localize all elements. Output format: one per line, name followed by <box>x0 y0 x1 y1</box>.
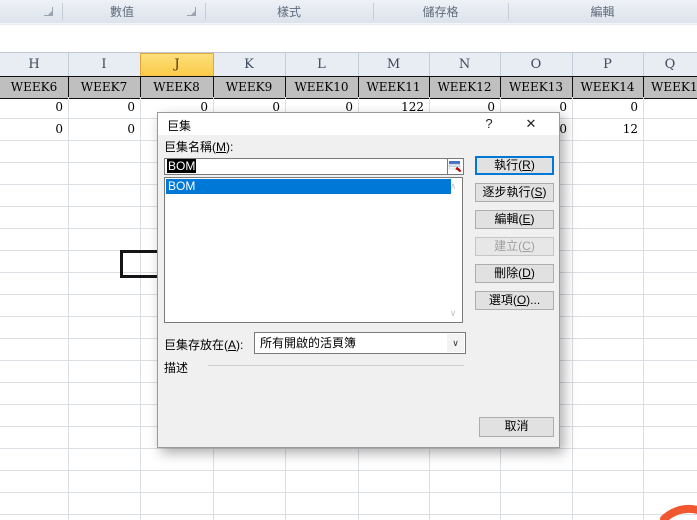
macro-list[interactable]: BOM ∧ ∨ <box>164 177 463 323</box>
gridline <box>68 97 69 520</box>
orange-annotation-stroke <box>640 495 697 520</box>
column-header[interactable]: Q <box>643 53 697 76</box>
selected-text: BOM <box>167 159 196 173</box>
macro-name-input[interactable]: BOM <box>164 158 449 175</box>
column-header[interactable]: I <box>68 53 141 76</box>
ribbon-group-cells[interactable]: 儲存格 <box>373 4 508 20</box>
week-cell[interactable]: WEEK6 <box>0 77 69 97</box>
week-cell[interactable]: WEEK8 <box>140 77 214 97</box>
formula-bar-area <box>0 26 697 52</box>
column-header[interactable]: N <box>429 53 501 76</box>
cell[interactable]: 0 <box>572 99 643 115</box>
column-header-row: H I J K L M N O P Q <box>0 52 697 78</box>
gridline <box>572 97 573 520</box>
cell[interactable]: 0 <box>68 99 140 115</box>
week-header-row: WEEK6 WEEK7 WEEK8 WEEK9 WEEK10 WEEK11 WE… <box>0 76 697 99</box>
ribbon-strip: 數值 樣式 儲存格 編輯 <box>0 0 697 24</box>
create-button: 建立(C) <box>475 237 554 256</box>
help-icon[interactable]: ? <box>476 115 502 133</box>
week-cell[interactable]: WEEK10 <box>285 77 359 97</box>
options-button[interactable]: 選項(O)... <box>475 291 554 310</box>
macro-dialog: 巨集 ? ✕ 巨集名稱(M): BOM BOM ∧ ∨ 巨集存放在(A): 所有… <box>157 112 560 448</box>
gridline <box>643 97 644 520</box>
step-into-button[interactable]: 逐步執行(S) <box>475 183 554 202</box>
cancel-button[interactable]: 取消 <box>479 417 554 437</box>
gridline <box>140 97 141 520</box>
dropdown-value: 所有開啟的活頁簿 <box>255 336 356 350</box>
week-cell[interactable]: WEEK14 <box>572 77 644 97</box>
scroll-down-icon[interactable]: ∨ <box>447 308 459 319</box>
chevron-down-icon[interactable]: ∨ <box>447 334 464 352</box>
dialog-launcher-icon[interactable] <box>187 7 196 16</box>
week-cell[interactable]: WEEK7 <box>68 77 141 97</box>
week-cell[interactable]: WEEK13 <box>500 77 573 97</box>
delete-button[interactable]: 刪除(D) <box>475 264 554 283</box>
range-selector-icon <box>448 159 463 174</box>
ribbon-group-styles[interactable]: 樣式 <box>205 4 373 20</box>
edit-button[interactable]: 編輯(E) <box>475 210 554 229</box>
column-header[interactable]: H <box>0 53 69 76</box>
week-cell[interactable]: WEEK12 <box>429 77 501 97</box>
range-selector-button[interactable] <box>447 158 464 175</box>
column-header[interactable]: K <box>213 53 286 76</box>
macro-list-item-selected[interactable]: BOM <box>166 179 451 194</box>
cell[interactable]: 0 <box>0 99 68 115</box>
dialog-titlebar[interactable]: 巨集 ? ✕ <box>158 113 559 135</box>
dialog-title: 巨集 <box>167 117 191 134</box>
column-header[interactable]: P <box>572 53 644 76</box>
ribbon-group-number[interactable]: 數值 <box>62 4 182 20</box>
week-cell[interactable]: WEEK9 <box>213 77 286 97</box>
dialog-launcher-icon[interactable] <box>44 7 53 16</box>
macros-in-dropdown[interactable]: 所有開啟的活頁簿 ∨ <box>254 332 466 354</box>
run-button[interactable]: 執行(R) <box>475 156 554 175</box>
macro-name-label: 巨集名稱(M): <box>164 138 233 155</box>
cell[interactable]: 12 <box>572 121 643 137</box>
ribbon-group-editing[interactable]: 編輯 <box>508 4 697 20</box>
week-cell[interactable]: WEEK1 <box>643 77 697 97</box>
scroll-up-icon[interactable]: ∧ <box>447 181 459 192</box>
column-header[interactable]: L <box>285 53 359 76</box>
macros-in-label: 巨集存放在(A): <box>164 336 243 353</box>
column-header-selected[interactable]: J <box>140 53 214 77</box>
week-cell[interactable]: WEEK11 <box>358 77 430 97</box>
column-header[interactable]: M <box>358 53 430 76</box>
cell[interactable]: 0 <box>0 121 68 137</box>
cell[interactable]: 0 <box>68 121 140 137</box>
close-icon[interactable]: ✕ <box>518 115 544 133</box>
column-header[interactable]: O <box>500 53 573 76</box>
description-label: 描述 <box>164 359 188 376</box>
description-separator <box>208 365 464 366</box>
